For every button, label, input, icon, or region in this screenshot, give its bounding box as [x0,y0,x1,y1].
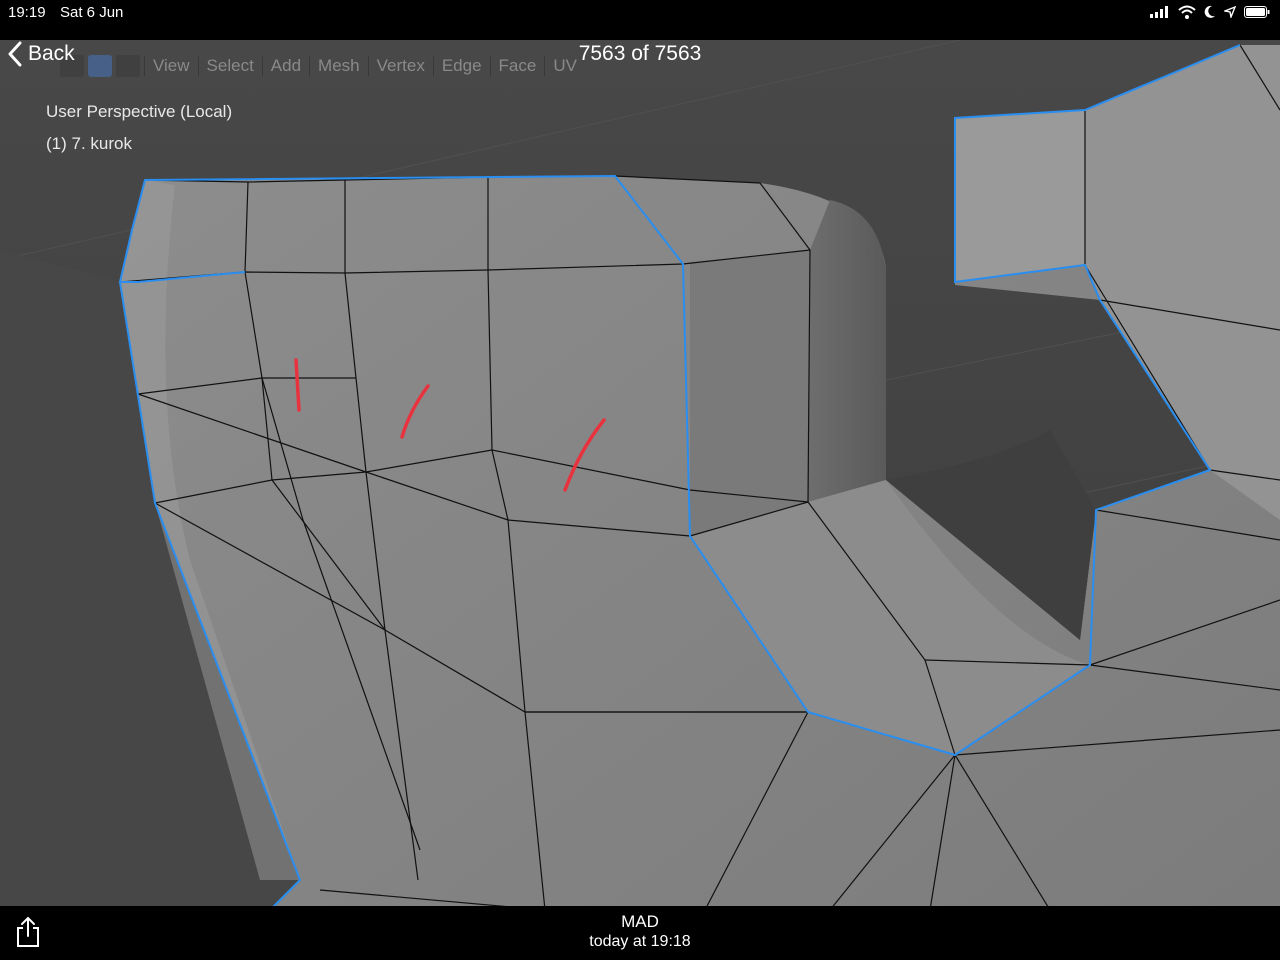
blender-viewport[interactable] [0,40,1280,906]
status-icons [1150,5,1270,19]
sender-name: MAD [621,912,659,931]
signal-icon [1150,6,1168,18]
status-date: Sat 6 Jun [60,4,124,21]
wifi-icon [1178,5,1196,19]
sent-timestamp: today at 19:18 [589,933,691,950]
battery-icon [1244,6,1270,18]
status-time: 19:19 [8,4,46,21]
moon-icon [1204,5,1215,18]
location-icon [1224,6,1236,18]
active-object-label: (1) 7. kurok [46,134,132,153]
status-bar: 19:19 Sat 6 Jun [0,0,1280,26]
photo-counter: 7563 of 7563 [578,42,702,65]
viewport-perspective-label: User Perspective (Local) [46,102,233,121]
mesh-render [0,40,1280,906]
